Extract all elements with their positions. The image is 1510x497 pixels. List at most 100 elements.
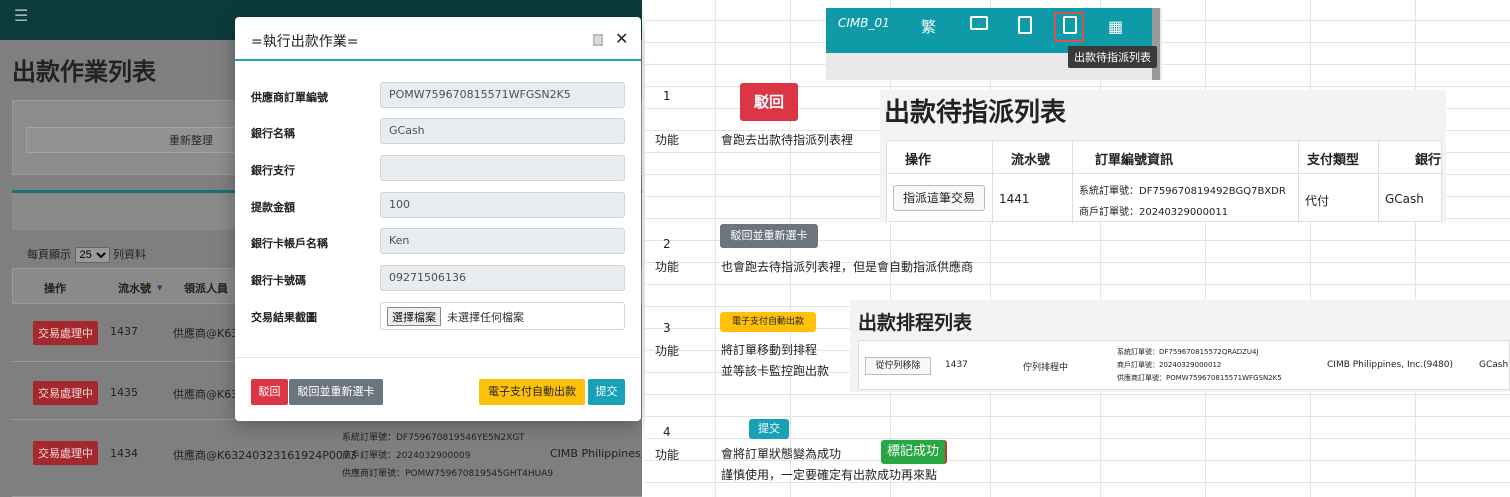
row-supplier-order: 供應商訂單號：POMW759670819545GHT4HUA9 [342, 469, 554, 479]
row-supplier-order: 供應商訂單號：POMW759670815571WFGSN2K5 [1117, 374, 1282, 382]
row-id: 1441 [999, 192, 1030, 206]
status-processing-button[interactable]: 交易處理中 [33, 321, 98, 345]
item-description: 將訂單移動到排程 [721, 343, 818, 357]
grid-line [790, 0, 791, 497]
bank-name-field[interactable]: GCash [380, 118, 625, 144]
auto-payout-badge: 電子支付自動出款 [720, 312, 816, 332]
per-page-control: 每頁顯示 25 列資料 [27, 246, 146, 263]
field-label-bank-name: 銀行名稱 [251, 127, 295, 140]
header-bank[interactable]: 銀行 [1415, 149, 1441, 168]
row-bank: CIMB Philippines, In [550, 447, 642, 460]
column-header-staff[interactable]: 領派人員 [184, 280, 228, 296]
word-doc-icon[interactable] [1018, 16, 1032, 34]
reject-reselect-badge: 駁回並重新選卡 [720, 224, 818, 248]
grid-line [645, 394, 1510, 395]
column-header-action[interactable]: 操作 [44, 280, 66, 296]
per-page-select[interactable]: 25 [74, 247, 110, 263]
row-bank-name: CIMB Philippines, Inc.(9480) [1327, 360, 1454, 370]
sort-desc-icon[interactable]: ▼ [157, 284, 162, 292]
tooltip: 出款待指派列表 [1068, 46, 1157, 68]
submit-button[interactable]: 提交 [588, 379, 625, 405]
page-title: 出款作業列表 [12, 58, 156, 86]
bank-branch-field[interactable] [380, 155, 625, 181]
header-id[interactable]: 流水號 [1011, 149, 1050, 168]
pending-list-table: 操作 流水號 訂單編號資訊 支付類型 銀行 指派這筆交易 1441 系統訂單號：… [886, 140, 1443, 223]
field-label-amount: 提款金額 [251, 201, 295, 214]
remove-from-queue-button[interactable]: 從佇列移除 [865, 357, 931, 375]
pending-list-screenshot: 出款待指派列表 操作 流水號 訂單編號資訊 支付類型 銀行 指派這筆交易 144… [880, 90, 1446, 223]
row-paytype: 代付 [1305, 194, 1330, 208]
item-number: 1 [663, 89, 671, 103]
header-order[interactable]: 訂單編號資訊 [1095, 149, 1173, 168]
amount-field[interactable]: 100 [380, 192, 625, 218]
row-sys-order: 系統訂單號：DF759670815572QRADZU4J [1117, 348, 1259, 356]
row-staff: 供應商@K63240323161924P0073 [173, 449, 357, 462]
status-processing-button[interactable]: 交易處理中 [33, 441, 98, 465]
function-label: 功能 [655, 260, 680, 274]
row-id: 1437 [110, 325, 138, 338]
field-label-screenshot: 交易結果截圖 [251, 311, 317, 324]
header-action[interactable]: 操作 [905, 149, 931, 168]
payout-modal: =執行出款作業= ✕ 供應商訂單編號 POMW759670815571WFGSN… [235, 17, 641, 421]
header-divider [887, 173, 1443, 174]
hamburger-menu-icon[interactable]: ☰ [14, 6, 28, 25]
row-merchant-order: 商戶訂單號：20240329000011 [1079, 207, 1229, 218]
row-sys-order: 系統訂單號：DF759670819546YE5N2XGT [342, 433, 525, 443]
field-label-bank-branch: 銀行支行 [251, 164, 295, 177]
item-description-2: 並等該卡監控跑出款 [721, 364, 830, 378]
scrollbar [1152, 8, 1160, 80]
assign-button[interactable]: 指派這筆交易 [893, 185, 985, 211]
reject-button[interactable]: 駁回 [251, 379, 288, 405]
modal-title: =執行出款作業= [251, 34, 359, 50]
schedule-list-title: 出款排程列表 [858, 312, 973, 334]
payout-list-icon[interactable] [1063, 16, 1077, 34]
grid-line [1205, 0, 1206, 497]
language-toggle[interactable]: 繁 [921, 16, 936, 37]
function-label: 功能 [655, 344, 680, 358]
row-bank: GCash [1479, 360, 1509, 370]
row-sys-order: 系統訂單號：DF759670819492BGQ7BXDR [1079, 186, 1286, 197]
supplier-order-field[interactable]: POMW759670815571WFGSN2K5 [380, 82, 625, 108]
row-bank: GCash [1385, 192, 1424, 206]
field-label-card-number: 銀行卡號碼 [251, 274, 306, 287]
choose-file-button[interactable]: 選擇檔案 [387, 307, 441, 326]
row-id: 1435 [110, 386, 138, 399]
row-staff: 供應商@K63 [173, 327, 239, 340]
row-id: 1437 [945, 360, 968, 370]
toolbar-screenshot: CIMB_01 繁 ▦ 出款待指派列表 [826, 8, 1162, 80]
field-label-account-name: 銀行卡帳戶名稱 [251, 237, 328, 250]
card-number-field[interactable]: 09271506136 [380, 265, 625, 291]
submit-badge: 提交 [749, 419, 789, 439]
reject-reselect-button[interactable]: 駁回並重新選卡 [289, 379, 383, 405]
grid-line [645, 284, 1510, 285]
account-name-field[interactable]: Ken [380, 228, 625, 254]
mark-success-badge: 標記成功 [881, 440, 947, 464]
grid-icon[interactable]: ▦ [1108, 17, 1123, 36]
grid-line [1415, 0, 1416, 497]
screenshot-file-input: 選擇檔案 未選擇任何檔案 [380, 302, 625, 330]
row-status: 佇列排程中 [1023, 363, 1069, 373]
function-label: 功能 [655, 133, 680, 147]
item-number: 4 [663, 425, 671, 439]
file-status-text: 未選擇任何檔案 [447, 311, 524, 324]
row-id: 1434 [110, 447, 138, 460]
function-label: 功能 [655, 448, 680, 462]
grid-line [1310, 0, 1311, 497]
schedule-list-screenshot: 出款排程列表 從佇列移除 1437 佇列排程中 系統訂單號：DF75967081… [850, 300, 1510, 392]
grid-line [645, 416, 1510, 417]
field-label-supplier-order: 供應商訂單編號 [251, 91, 328, 104]
grid-line [715, 0, 716, 497]
item-number: 2 [663, 237, 671, 251]
status-processing-button[interactable]: 交易處理中 [33, 381, 98, 405]
header-paytype[interactable]: 支付類型 [1307, 149, 1359, 168]
copy-icon[interactable] [593, 34, 603, 46]
column-header-id[interactable]: 流水號 [118, 280, 151, 296]
auto-payout-button[interactable]: 電子支付自動出款 [479, 379, 585, 405]
pending-list-title: 出款待指派列表 [884, 98, 1067, 128]
close-icon[interactable]: ✕ [615, 29, 628, 48]
item-description: 也會跑去待指派列表裡，但是會自動指派供應商 [721, 260, 974, 274]
item-description: 會將訂單狀態變為成功 [721, 447, 842, 461]
row-staff: 供應商@K63 [173, 388, 239, 401]
item-description-2: 謹慎使用，一定要確定有出款成功再來點 [721, 468, 938, 482]
monitor-icon[interactable] [970, 16, 988, 30]
